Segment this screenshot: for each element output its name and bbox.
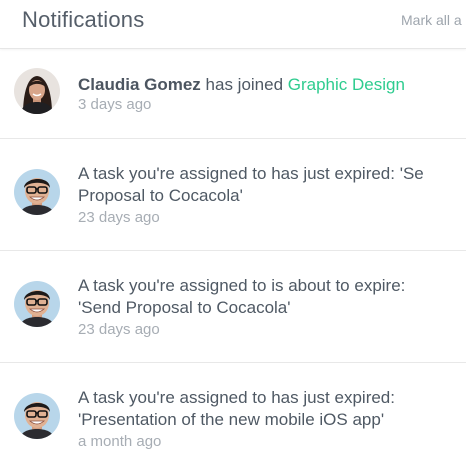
notification-time: 23 days ago [78,209,160,226]
man-glasses-avatar-icon [14,281,60,327]
notification-item[interactable]: A task you're assigned to has just expir… [0,363,466,466]
group-link[interactable]: Graphic Design [288,75,405,94]
notification-text-line-2: 'Send Proposal to Cocacola' [78,298,291,317]
notification-item[interactable]: A task you're assigned to is about to ex… [0,251,466,363]
notification-text-line-1: A task you're assigned to has just expir… [78,164,424,183]
notification-item[interactable]: Claudia Gomez has joined Graphic Design … [0,49,466,139]
notification-time: a month ago [78,433,162,450]
actor-name-link[interactable]: Claudia Gomez [78,75,201,94]
avatar [14,68,60,114]
avatar [14,393,60,439]
notification-action: has joined [200,75,288,94]
notifications-panel: Notifications Mark all a Claudia Gomez h… [0,0,466,466]
notification-time: 3 days ago [78,96,152,113]
avatar [14,169,60,215]
woman-avatar-icon [14,68,60,114]
notifications-header: Notifications Mark all a [0,0,466,49]
man-glasses-avatar-icon [14,169,60,215]
notification-text-line-2: 'Presentation of the new mobile iOS app' [78,410,385,429]
notification-text: Claudia Gomez has joined Graphic Design [78,74,405,95]
avatar [14,281,60,327]
notification-text-line-2: Proposal to Cocacola' [78,186,243,205]
man-glasses-avatar-icon [14,393,60,439]
notification-text-line-1: A task you're assigned to has just expir… [78,388,395,407]
mark-all-read-link[interactable]: Mark all a [401,11,462,29]
notification-text-line-1: A task you're assigned to is about to ex… [78,276,406,295]
notification-time: 23 days ago [78,321,160,338]
notification-item[interactable]: A task you're assigned to has just expir… [0,139,466,251]
page-title: Notifications [22,7,145,32]
